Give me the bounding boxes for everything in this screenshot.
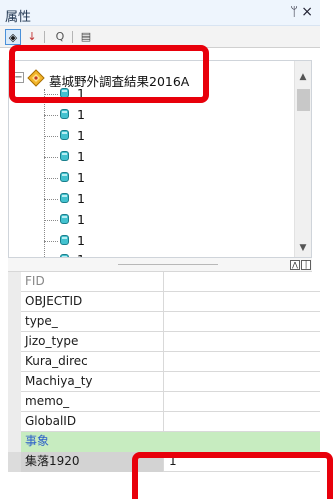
attributes-panel: 属性 ᛘ × ◈ ↓ Q ▤ − 墓城野外調査結果2016A 1 1 1 1 1… bbox=[0, 0, 333, 499]
scroll-down-icon[interactable]: ▼ bbox=[295, 240, 311, 257]
toolbar-separator bbox=[72, 31, 73, 43]
field-value[interactable] bbox=[165, 272, 320, 292]
tree-child-item[interactable]: 1 bbox=[44, 232, 134, 252]
pane-splitter[interactable]: ⋀ │ bbox=[8, 258, 312, 272]
tree-child-label: 1 bbox=[77, 233, 85, 248]
field-name: Machiya_ty bbox=[21, 372, 164, 392]
grid-row[interactable]: memo_ bbox=[8, 392, 320, 412]
tree-child-item[interactable]: 1 bbox=[44, 127, 134, 147]
panel-title: 属性 bbox=[5, 10, 32, 25]
tree-child-item[interactable]: 1 bbox=[44, 106, 134, 126]
field-value[interactable] bbox=[165, 352, 320, 372]
grid-row[interactable]: GlobalID bbox=[8, 412, 320, 432]
panel-title-bar: 属性 ᛘ × bbox=[0, 0, 320, 26]
highlight-annotation bbox=[132, 452, 333, 499]
field-value[interactable] bbox=[165, 312, 320, 332]
tree-child-label: 1 bbox=[77, 149, 85, 164]
grid-row[interactable]: OBJECTID bbox=[8, 292, 320, 312]
scroll-thumb[interactable] bbox=[297, 89, 310, 111]
highlight-annotation bbox=[9, 45, 209, 103]
field-value[interactable] bbox=[165, 372, 320, 392]
field-name: Jizo_type bbox=[21, 332, 164, 352]
tree-child-label: 1 bbox=[77, 212, 85, 227]
field-name: type_ bbox=[21, 312, 164, 332]
feature-icon bbox=[60, 235, 69, 245]
tree-child-item[interactable]: 1 bbox=[44, 148, 134, 168]
tree-child-item[interactable]: 1 bbox=[44, 190, 134, 210]
tree-child-label: 1 bbox=[77, 128, 85, 143]
sort-alpha-icon[interactable]: │ bbox=[301, 260, 311, 270]
close-icon[interactable]: × bbox=[301, 4, 313, 20]
tree-child-label: 1 bbox=[77, 170, 85, 185]
tree-child-item[interactable]: 1 bbox=[44, 211, 134, 231]
field-value[interactable] bbox=[165, 392, 320, 412]
grid-row[interactable]: type_ bbox=[8, 312, 320, 332]
grid-row[interactable]: Jizo_type bbox=[8, 332, 320, 352]
tree-child-item[interactable]: 1 bbox=[44, 251, 134, 257]
sort-categories-icon[interactable]: ⋀ bbox=[290, 260, 300, 270]
grid-row[interactable]: FID bbox=[8, 272, 320, 292]
toolbar-separator bbox=[44, 31, 45, 43]
splitter-grip[interactable] bbox=[118, 264, 218, 265]
field-value[interactable] bbox=[165, 292, 320, 312]
grid-row[interactable]: Kura_direc bbox=[8, 352, 320, 372]
field-value[interactable] bbox=[165, 332, 320, 352]
zoom-to-icon[interactable]: Q bbox=[52, 29, 68, 45]
feature-icon bbox=[60, 193, 69, 203]
feature-icon bbox=[60, 130, 69, 140]
category-name: 事象 bbox=[21, 432, 320, 452]
feature-icon bbox=[60, 109, 69, 119]
feature-icon bbox=[60, 151, 69, 161]
pin-icon[interactable]: ᛘ bbox=[290, 5, 298, 20]
field-value[interactable] bbox=[165, 412, 320, 432]
field-name: memo_ bbox=[21, 392, 164, 412]
tree-child-item[interactable]: 1 bbox=[44, 169, 134, 189]
feature-icon bbox=[60, 172, 69, 182]
grid-row[interactable]: Machiya_ty bbox=[8, 372, 320, 392]
tree-scrollbar[interactable]: ▲ ▼ bbox=[294, 61, 311, 257]
field-name: OBJECTID bbox=[21, 292, 164, 312]
field-name: GlobalID bbox=[21, 412, 164, 432]
field-name: Kura_direc bbox=[21, 352, 164, 372]
sort-icon[interactable]: ↓ bbox=[24, 29, 40, 45]
layer-list-icon[interactable]: ◈ bbox=[5, 29, 21, 45]
scroll-up-icon[interactable]: ▲ bbox=[295, 69, 311, 86]
feature-icon bbox=[60, 214, 69, 224]
grid-category-row[interactable]: 事象 bbox=[8, 432, 320, 452]
table-icon[interactable]: ▤ bbox=[78, 29, 94, 45]
tree-child-label: 1 bbox=[77, 107, 85, 122]
tree-child-label: 1 bbox=[77, 191, 85, 206]
field-name: FID bbox=[21, 272, 164, 292]
